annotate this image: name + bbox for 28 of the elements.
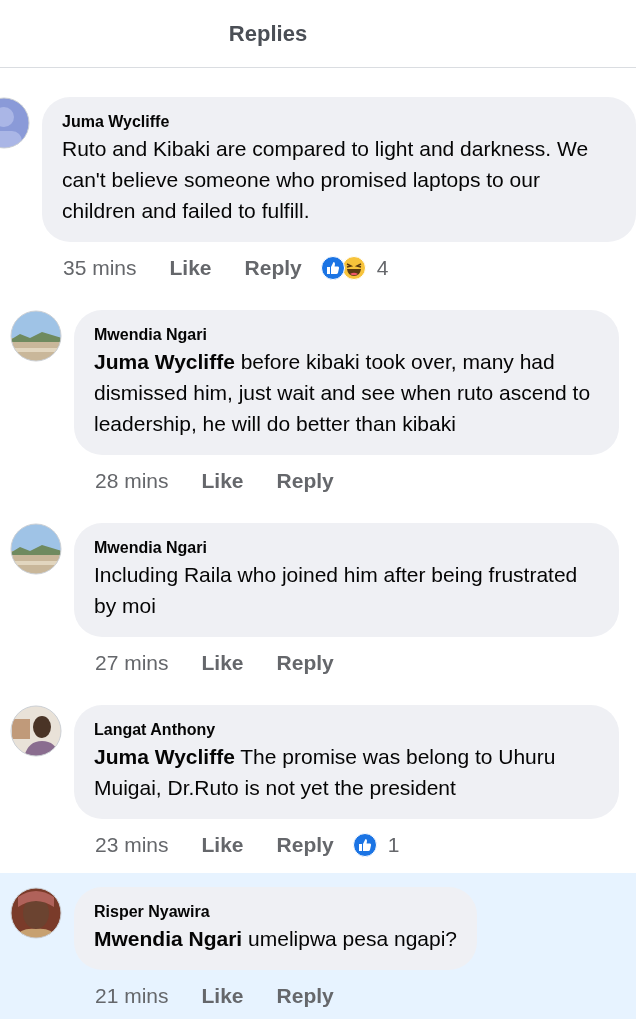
comment-text: Juma Wycliffe before kibaki took over, many had dismissed him, just wait and see when ruto ascend to leadership, he will do better than kibaki	[94, 349, 592, 437]
author-name[interactable]: Risper Nyawira	[94, 901, 457, 923]
like-button[interactable]: Like	[201, 469, 244, 493]
timestamp: 23 mins	[95, 833, 169, 857]
like-button[interactable]: Like	[201, 833, 244, 857]
author-name[interactable]: Langat Anthony	[94, 719, 599, 741]
reaction-count: 4	[376, 256, 389, 280]
header-title: Replies	[228, 20, 308, 47]
reply-button[interactable]: Reply	[276, 469, 334, 493]
like-button[interactable]: Like	[169, 256, 212, 280]
author-name[interactable]: Mwendia Ngari	[94, 324, 599, 346]
timestamp: 21 mins	[95, 984, 169, 1008]
reply-button[interactable]: Reply	[276, 984, 334, 1008]
reply-button[interactable]: Reply	[276, 651, 334, 675]
comment-text: Juma Wycliffe The promise was belong to Uhuru Muigai, Dr.Ruto is not yet the president	[94, 744, 557, 801]
like-button[interactable]: Like	[201, 651, 244, 675]
reply-button[interactable]: Reply	[276, 833, 334, 857]
author-name[interactable]: Juma Wycliffe	[62, 111, 618, 133]
like-button[interactable]: Like	[201, 984, 244, 1008]
reaction-count: 1	[387, 833, 400, 857]
author-name[interactable]: Mwendia Ngari	[94, 537, 599, 559]
comment-text: Mwendia Ngari umelipwa pesa ngapi?	[94, 926, 457, 952]
reply-button[interactable]: Reply	[244, 256, 302, 280]
comment-text: Ruto and Kibaki are compared to light and darkness. We can't believe someone who promised laptops to our children and failed to fulfill.	[62, 136, 590, 224]
comment-text: Including Raila who joined him after being frustrated by moi	[94, 562, 579, 619]
timestamp: 27 mins	[95, 651, 169, 675]
timestamp: 28 mins	[95, 469, 169, 493]
timestamp: 35 mins	[63, 256, 137, 280]
